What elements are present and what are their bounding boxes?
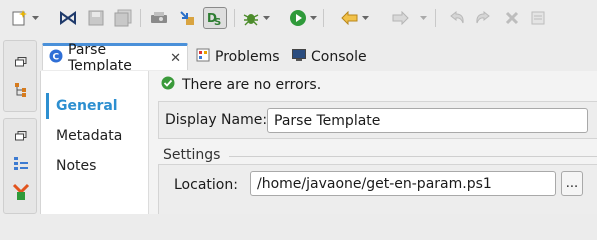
browse-button[interactable]: ... <box>561 171 583 196</box>
toolbar-separator <box>435 9 436 27</box>
problems-icon <box>196 48 210 66</box>
bowtie-icon[interactable] <box>57 8 79 28</box>
tab-console[interactable]: Console <box>286 43 373 70</box>
save-icon[interactable] <box>85 8 107 28</box>
settings-title: Settings <box>163 147 225 163</box>
new-wizard-icon[interactable] <box>9 8 31 28</box>
restore-icon[interactable] <box>12 127 30 145</box>
left-trim-stack <box>0 38 40 214</box>
toolbar-separator <box>140 9 141 27</box>
editor-area: General Metadata Notes There are no erro… <box>40 71 597 214</box>
components-icon[interactable] <box>12 183 30 201</box>
settings-divider <box>229 156 597 157</box>
debug-dropdown-icon[interactable] <box>262 8 270 28</box>
nav-item-general[interactable]: General <box>46 93 146 119</box>
nav-item-notes[interactable]: Notes <box>46 153 146 179</box>
tab-label: Console <box>311 48 367 65</box>
location-field[interactable] <box>250 171 556 196</box>
nav-item-metadata[interactable]: Metadata <box>46 123 146 149</box>
forward-icon[interactable] <box>389 8 411 28</box>
close-icon[interactable]: ✕ <box>170 51 181 66</box>
redo-icon[interactable] <box>472 8 494 28</box>
toolbar-separator <box>234 9 235 27</box>
task-icon[interactable] <box>527 8 549 28</box>
svg-text:C: C <box>53 53 60 63</box>
location-label: Location: <box>174 177 238 193</box>
toolbar-separator <box>323 9 324 27</box>
back-icon[interactable] <box>339 8 361 28</box>
print-icon[interactable] <box>148 8 170 28</box>
run-dropdown-icon[interactable] <box>309 8 317 28</box>
tab-parse-template[interactable]: C Parse Template ✕ <box>42 42 188 74</box>
display-name-row: Display Name: <box>158 101 597 139</box>
delete-icon[interactable] <box>501 8 523 28</box>
save-all-icon[interactable] <box>112 8 134 28</box>
forward-dropdown-icon[interactable] <box>419 8 427 28</box>
new-dropdown-icon[interactable] <box>31 8 39 28</box>
section-nav: General Metadata Notes <box>41 85 147 214</box>
general-page: There are no errors. Display Name: Setti… <box>148 71 597 214</box>
hierarchy-icon[interactable] <box>12 81 30 99</box>
trim-group-top <box>3 40 37 112</box>
validation-text: There are no errors. <box>182 77 322 93</box>
display-name-field[interactable] <box>267 108 588 133</box>
back-dropdown-icon[interactable] <box>361 8 369 28</box>
debug-icon[interactable] <box>240 8 262 28</box>
outline-icon[interactable] <box>12 155 30 173</box>
tab-problems[interactable]: Problems <box>190 43 286 70</box>
tab-label: Parse Template <box>68 42 132 74</box>
ds-perspective-icon[interactable]: DS <box>203 7 227 29</box>
run-icon[interactable] <box>287 8 309 28</box>
main-toolbar: DS <box>0 0 597 38</box>
tab-label: Problems <box>215 48 280 65</box>
restore-icon[interactable] <box>12 53 30 71</box>
editor-tab-bar: C Parse Template ✕ Problems Console <box>40 38 597 74</box>
display-name-label: Display Name: <box>165 112 268 128</box>
settings-group: Location: ... <box>158 164 597 214</box>
check-icon <box>161 76 175 94</box>
trim-group-bottom <box>3 118 37 214</box>
svg-text:S: S <box>214 17 221 26</box>
console-icon <box>292 48 306 65</box>
import-icon[interactable] <box>176 8 198 28</box>
template-icon: C <box>49 49 63 67</box>
validation-message: There are no errors. <box>161 75 321 95</box>
undo-icon[interactable] <box>446 8 468 28</box>
